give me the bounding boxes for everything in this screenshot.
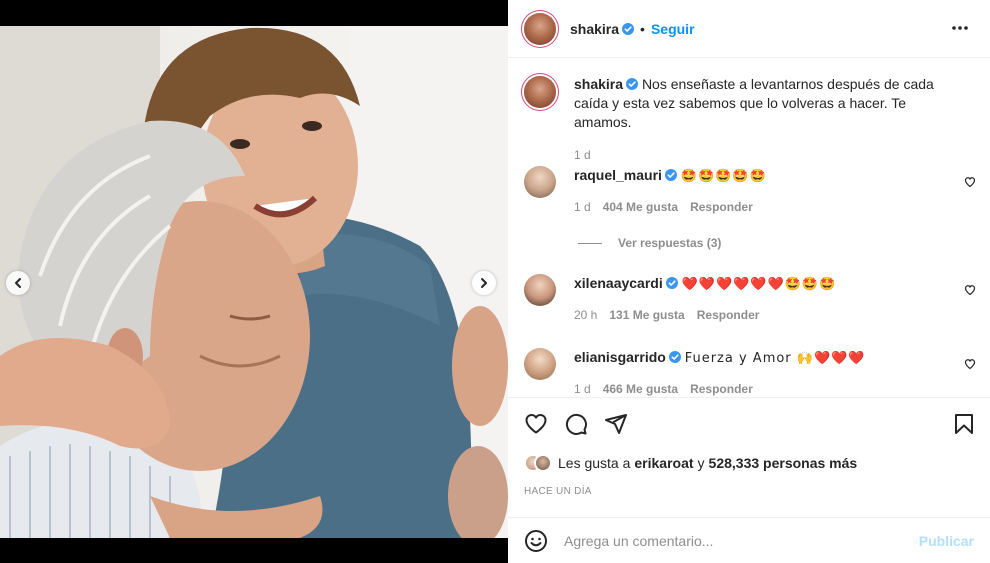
post-photo[interactable]: [0, 26, 508, 538]
verified-icon: [622, 22, 635, 35]
heart-icon[interactable]: [524, 412, 548, 436]
comment-text-block: raquel_mauri 🤩🤩🤩🤩🤩: [574, 166, 767, 186]
comment-text: Fuerza y Amor 🙌❤️❤️❤️: [684, 351, 866, 366]
comment-time: 1 d: [574, 200, 591, 214]
comment-input[interactable]: [564, 532, 904, 549]
caption-meta: 1 d: [574, 148, 954, 162]
comments-list[interactable]: shakira Nos enseñaste a levantarnos desp…: [508, 59, 990, 397]
more-icon[interactable]: [950, 18, 970, 38]
comment-time: 1 d: [574, 382, 591, 396]
comment-text: 🤩🤩🤩🤩🤩: [680, 169, 767, 184]
share-icon[interactable]: [604, 412, 628, 436]
comment-avatar[interactable]: [524, 166, 556, 198]
follow-button[interactable]: Seguir: [651, 21, 695, 37]
author-avatar[interactable]: [524, 12, 556, 45]
verified-icon: [668, 351, 681, 363]
likes-summary[interactable]: Les gusta a erikaroat y 528,333 personas…: [524, 454, 857, 472]
verified-icon: [626, 78, 639, 90]
previous-photo-button[interactable]: [6, 271, 30, 295]
photo-illustration: [0, 26, 508, 538]
comment-avatar[interactable]: [524, 274, 556, 306]
comment-meta: 20 h 131 Me gusta Responder: [574, 308, 836, 322]
liker-username[interactable]: erikaroat: [634, 455, 693, 471]
publish-button[interactable]: Publicar: [919, 533, 974, 549]
verified-icon: [664, 169, 677, 181]
reply-button[interactable]: Responder: [690, 200, 753, 214]
comment-item: xilenaaycardi ❤️❤️❤️❤️❤️❤️🤩🤩🤩 20 h 131 M…: [524, 274, 974, 322]
caption: shakira Nos enseñaste a levantarnos desp…: [524, 75, 974, 162]
comment-text-block: xilenaaycardi ❤️❤️❤️❤️❤️❤️🤩🤩🤩: [574, 274, 836, 294]
comment-like-heart-icon[interactable]: [964, 176, 976, 188]
post-details-panel: shakira • Seguir shakira Nos enseñaste a…: [508, 0, 990, 563]
post-actions: Les gusta a erikaroat y 528,333 personas…: [508, 397, 990, 517]
likes-conj: y: [697, 455, 705, 471]
comment-like-heart-icon[interactable]: [964, 284, 976, 296]
view-replies-label: Ver respuestas (3): [618, 236, 722, 250]
caption-avatar[interactable]: [524, 76, 556, 108]
author-username[interactable]: shakira: [570, 21, 619, 37]
comment-username[interactable]: elianisgarrido: [574, 349, 666, 365]
likes-count[interactable]: 528,333 personas más: [709, 455, 858, 471]
chevron-right-icon: [481, 278, 487, 288]
author-info: shakira • Seguir: [570, 21, 695, 37]
comment-text: ❤️❤️❤️❤️❤️❤️🤩🤩🤩: [681, 277, 837, 292]
comment-text-block: elianisgarrido Fuerza y Amor 🙌❤️❤️❤️: [574, 348, 866, 368]
comment-meta: 1 d 466 Me gusta Responder: [574, 382, 866, 396]
comment-likes[interactable]: 404 Me gusta: [603, 200, 678, 214]
caption-text-block: shakira Nos enseñaste a levantarnos desp…: [574, 75, 954, 132]
caption-time: 1 d: [574, 148, 591, 162]
comment-item: elianisgarrido Fuerza y Amor 🙌❤️❤️❤️ 1 d…: [524, 348, 974, 396]
caption-username[interactable]: shakira: [574, 76, 623, 92]
comment-likes[interactable]: 131 Me gusta: [609, 308, 684, 322]
liker-avatar: [534, 454, 552, 472]
overlay-bottom: [0, 538, 508, 563]
post-header: shakira • Seguir: [508, 0, 990, 58]
chevron-left-icon: [15, 278, 21, 288]
likes-prefix: Les gusta a: [558, 455, 631, 471]
post-date: HACE UN DÍA: [524, 486, 592, 497]
comment-meta: 1 d 404 Me gusta Responder: [574, 200, 767, 214]
view-replies-button[interactable]: Ver respuestas (3): [578, 236, 721, 250]
verified-icon: [665, 277, 678, 289]
instagram-post-modal: shakira • Seguir shakira Nos enseñaste a…: [0, 0, 990, 563]
comment-username[interactable]: xilenaaycardi: [574, 275, 663, 291]
comment-item: raquel_mauri 🤩🤩🤩🤩🤩 1 d 404 Me gusta Resp…: [524, 166, 974, 214]
next-photo-button[interactable]: [472, 271, 496, 295]
comment-like-heart-icon[interactable]: [964, 358, 976, 370]
comment-time: 20 h: [574, 308, 598, 322]
header-separator: •: [640, 20, 645, 37]
add-comment-bar: Publicar: [508, 517, 990, 563]
comment-username[interactable]: raquel_mauri: [574, 167, 662, 183]
bookmark-icon[interactable]: [952, 412, 976, 436]
reply-button[interactable]: Responder: [697, 308, 760, 322]
reply-button[interactable]: Responder: [690, 382, 753, 396]
comment-icon[interactable]: [564, 412, 588, 436]
emoji-icon[interactable]: [524, 529, 548, 553]
comment-likes[interactable]: 466 Me gusta: [603, 382, 678, 396]
comment-avatar[interactable]: [524, 348, 556, 380]
replies-line: [578, 242, 602, 244]
